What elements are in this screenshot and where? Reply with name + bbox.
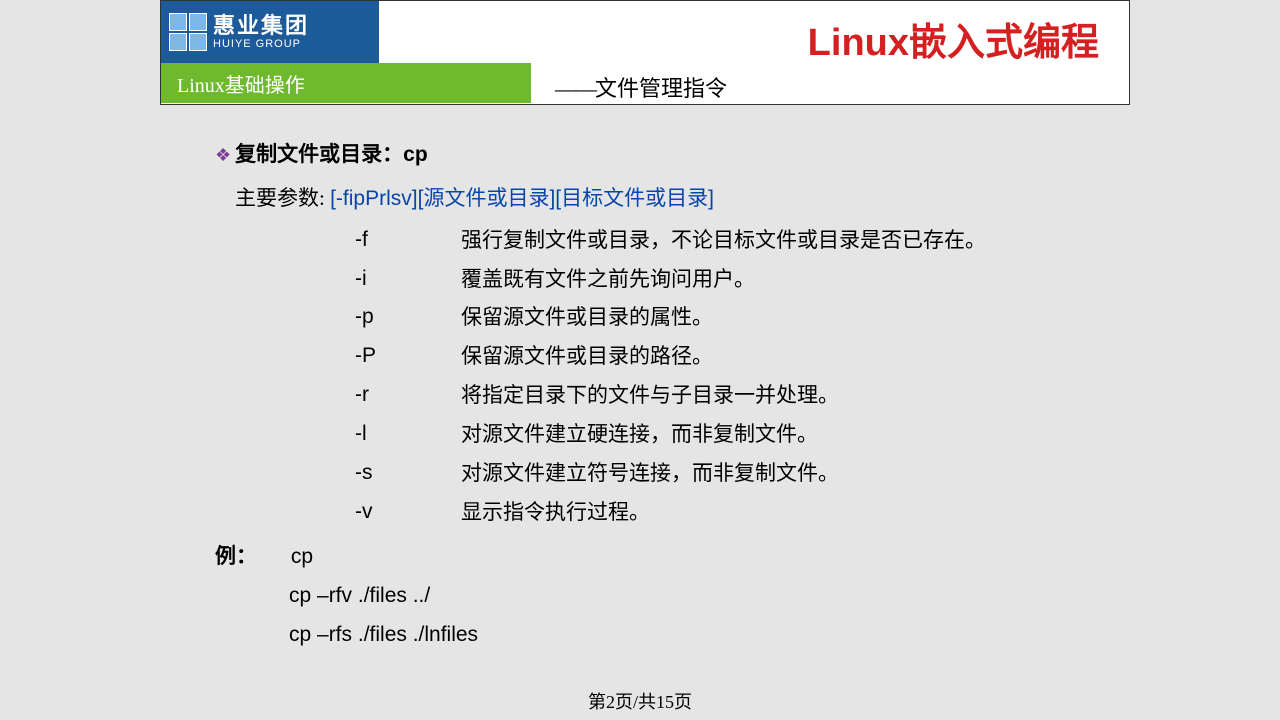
- option-flag: -i: [355, 260, 461, 299]
- page-footer: 第2页/共15页: [0, 688, 1280, 714]
- slide-content: ❖ 复制文件或目录：cp 主要参数: [-fipPrlsv][源文件或目录][目…: [215, 135, 1120, 655]
- option-desc: 对源文件建立符号连接，而非复制文件。: [461, 454, 1120, 493]
- option-row: -p保留源文件或目录的属性。: [355, 298, 1120, 337]
- params-flags: [-fipPrlsv]: [330, 187, 418, 210]
- company-logo: 惠业集团 HUIYE GROUP: [161, 1, 379, 63]
- logo-english: HUIYE GROUP: [213, 38, 309, 50]
- page-number: 第2页/共15页: [588, 692, 692, 712]
- option-row: -f强行复制文件或目录，不论目标文件或目录是否已存在。: [355, 221, 1120, 260]
- example-first-line: 例： cp: [215, 537, 1120, 577]
- option-desc: 显示指令执行过程。: [461, 493, 1120, 532]
- options-table: -f强行复制文件或目录，不论目标文件或目录是否已存在。 -i覆盖既有文件之前先询…: [355, 221, 1120, 532]
- option-flag: -p: [355, 298, 461, 337]
- option-flag: -P: [355, 337, 461, 376]
- option-row: -l对源文件建立硬连接，而非复制文件。: [355, 415, 1120, 454]
- example-cmd: cp: [291, 545, 313, 568]
- command-name: cp: [403, 143, 428, 166]
- option-flag: -f: [355, 221, 461, 260]
- option-desc: 将指定目录下的文件与子目录一并处理。: [461, 376, 1120, 415]
- option-row: -s对源文件建立符号连接，而非复制文件。: [355, 454, 1120, 493]
- subtitle-text: 文件管理指令: [595, 76, 727, 101]
- params-target: [目标文件或目录]: [555, 187, 714, 210]
- example-label: 例：: [215, 544, 257, 568]
- example-section: 例： cp cp –rfv ./files ../ cp –rfs ./file…: [215, 537, 1120, 655]
- option-row: -v显示指令执行过程。: [355, 493, 1120, 532]
- chapter-subtitle: Linux基础操作: [161, 63, 531, 103]
- subtitle-dash: ——: [555, 76, 595, 101]
- option-desc: 覆盖既有文件之前先询问用户。: [461, 260, 1120, 299]
- example-line: cp –rfv ./files ../: [289, 577, 1120, 616]
- example-line: cp –rfs ./files ./lnfiles: [289, 616, 1120, 655]
- option-desc: 强行复制文件或目录，不论目标文件或目录是否已存在。: [461, 221, 1120, 260]
- params-line: 主要参数: [-fipPrlsv][源文件或目录][目标文件或目录]: [235, 179, 1120, 219]
- option-row: -P保留源文件或目录的路径。: [355, 337, 1120, 376]
- section-subtitle: ——文件管理指令: [555, 71, 727, 103]
- option-flag: -s: [355, 454, 461, 493]
- option-row: -i覆盖既有文件之前先询问用户。: [355, 260, 1120, 299]
- section-title-text: 复制文件或目录：: [235, 142, 403, 166]
- params-source: [源文件或目录]: [418, 187, 556, 210]
- option-flag: -v: [355, 493, 461, 532]
- option-row: -r将指定目录下的文件与子目录一并处理。: [355, 376, 1120, 415]
- option-flag: -l: [355, 415, 461, 454]
- params-label: 主要参数:: [235, 186, 330, 210]
- main-title: Linux嵌入式编程: [808, 11, 1099, 66]
- option-desc: 保留源文件或目录的路径。: [461, 337, 1120, 376]
- logo-chinese: 惠业集团: [213, 14, 309, 38]
- section-heading: ❖ 复制文件或目录：cp: [215, 135, 1120, 175]
- logo-grid-icon: [169, 13, 207, 51]
- option-desc: 对源文件建立硬连接，而非复制文件。: [461, 415, 1120, 454]
- bullet-diamond-icon: ❖: [215, 139, 231, 172]
- option-flag: -r: [355, 376, 461, 415]
- option-desc: 保留源文件或目录的属性。: [461, 298, 1120, 337]
- slide-header: 惠业集团 HUIYE GROUP Linux基础操作 Linux嵌入式编程 ——…: [160, 0, 1130, 105]
